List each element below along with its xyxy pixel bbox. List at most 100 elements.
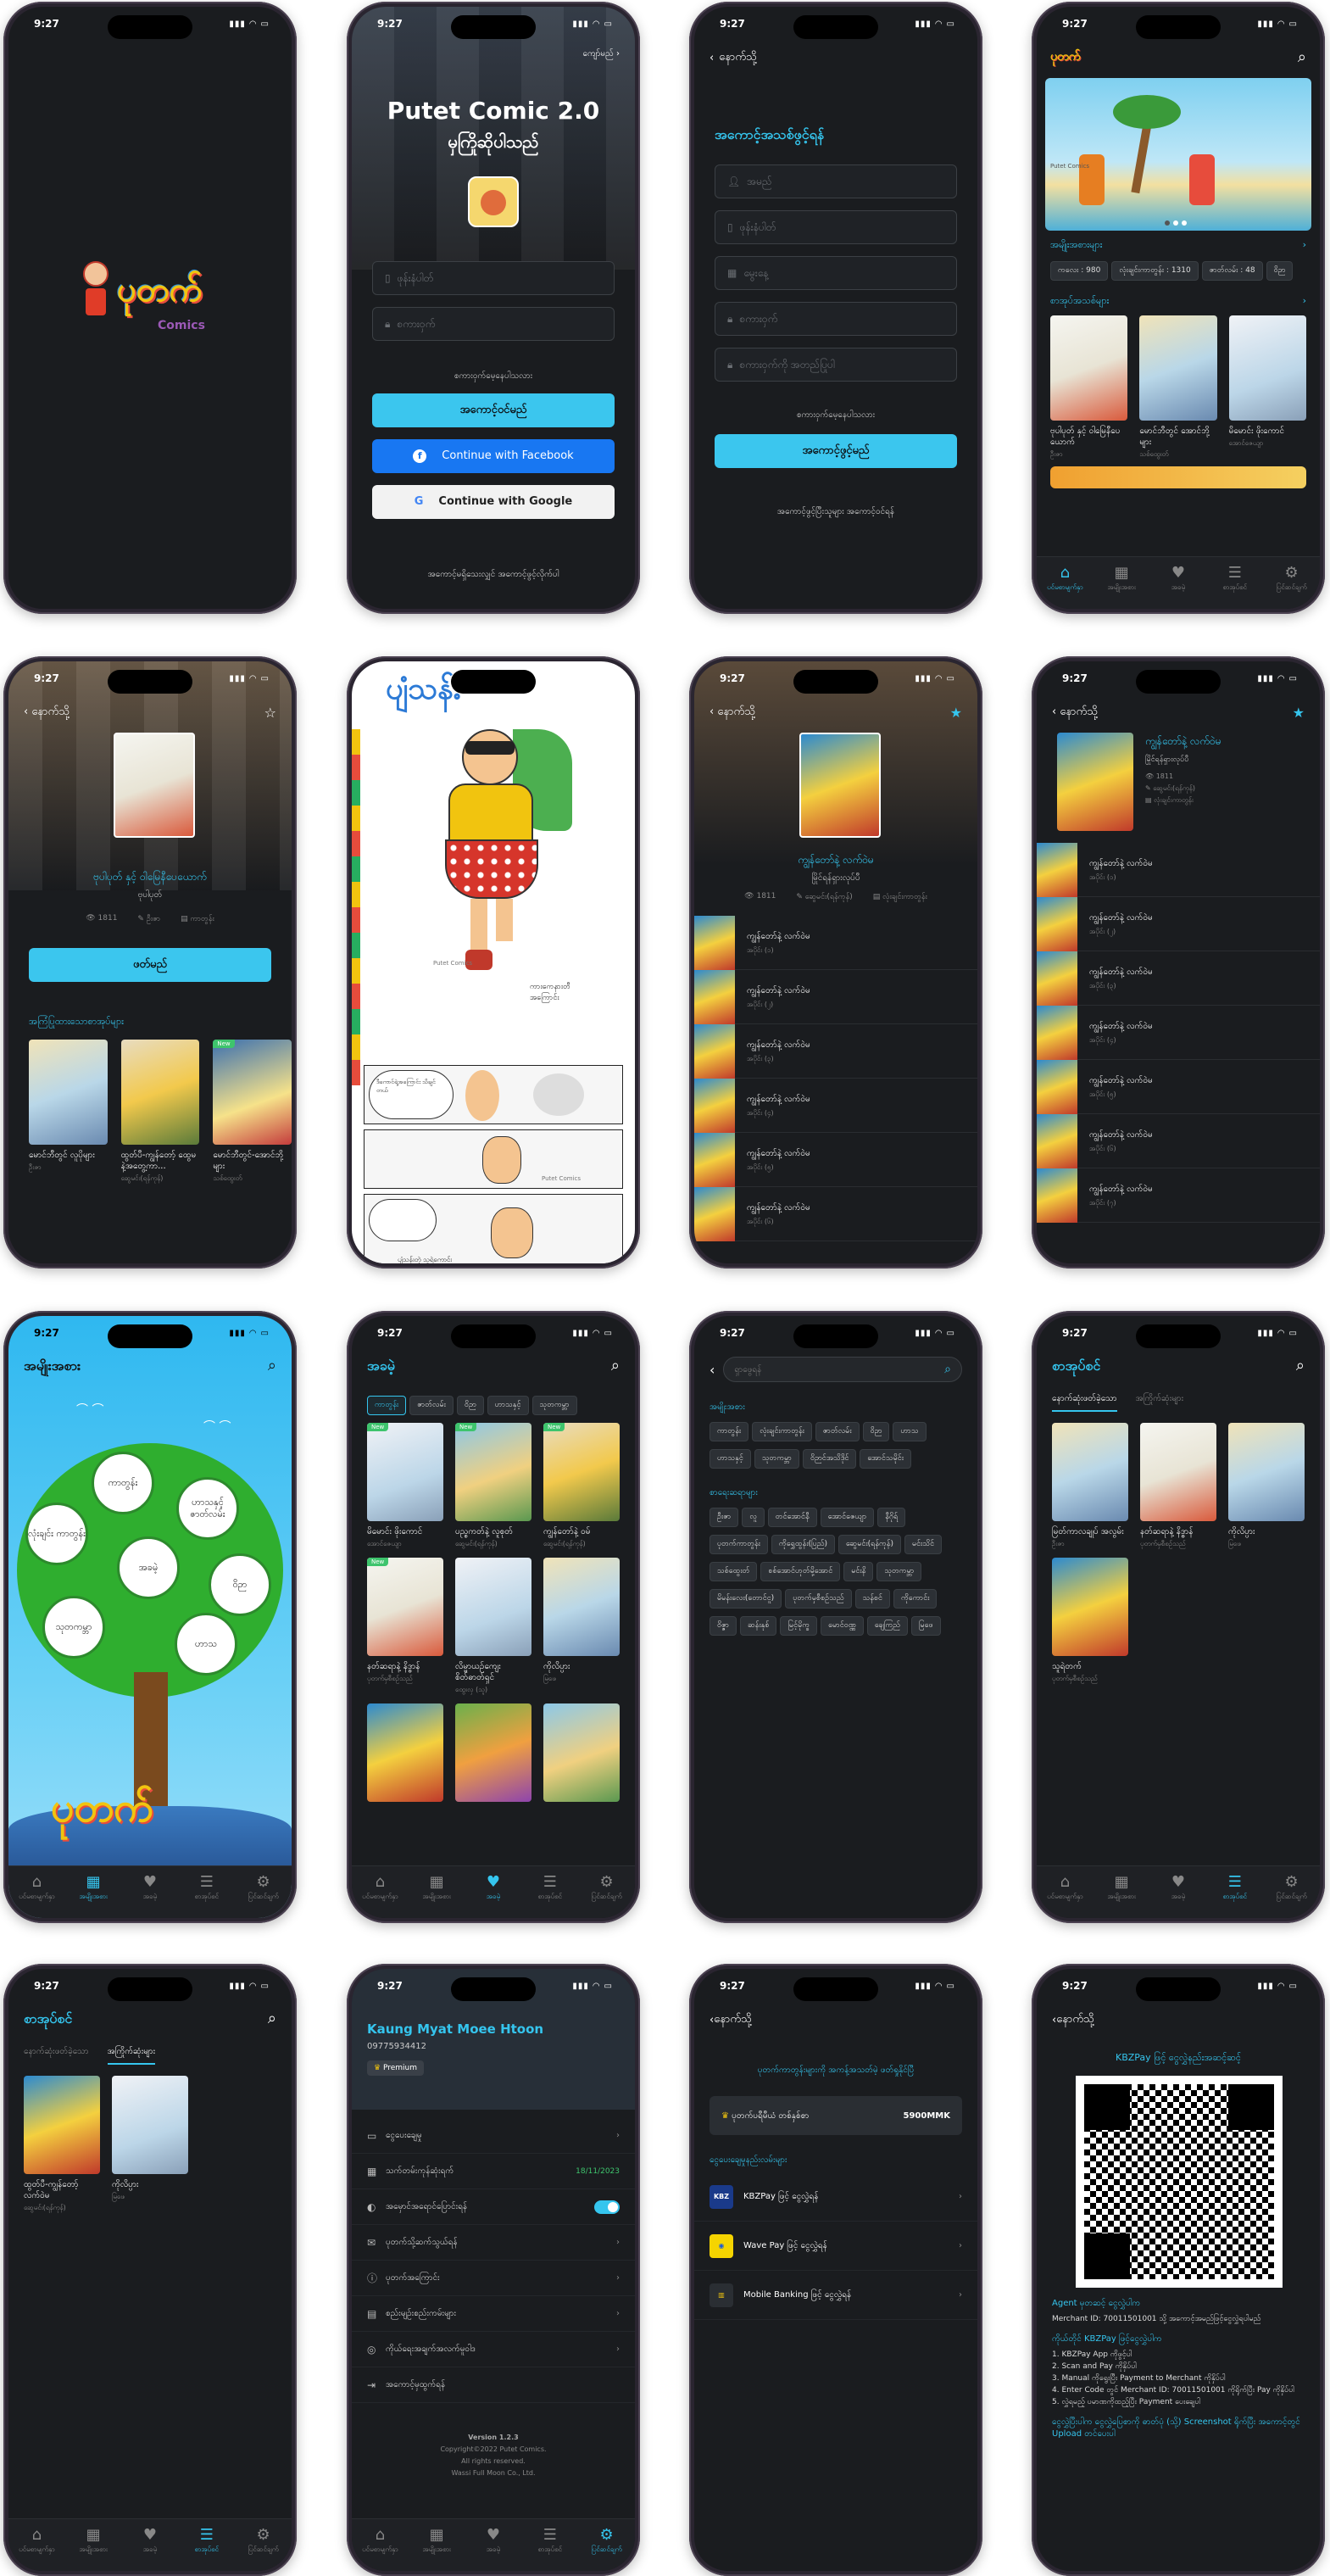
- genre-chip[interactable]: သုတကမ္ဘာ: [754, 1449, 799, 1469]
- genre-chip[interactable]: ဇာတ်လမ်း : 48: [1201, 261, 1263, 281]
- birthday-field[interactable]: ▦ မွေးနေ့: [715, 256, 957, 290]
- tab-free[interactable]: ♥ အခမဲ့: [468, 1873, 519, 1918]
- skip-button[interactable]: ကျော်မည် ›: [583, 47, 620, 60]
- book-card[interactable]: ထွတ်ပီ-ကျွန်တော့် လက်ဝဲမ ဆွေမင်း(ရန်ကုန်): [24, 2076, 100, 2213]
- filter-chip[interactable]: ဝိဉာ: [456, 1396, 484, 1415]
- star-filled-icon[interactable]: ★: [1293, 705, 1305, 721]
- tab-home[interactable]: ⌂ ပင်မစာမျက်နှာ: [11, 2526, 62, 2571]
- genre-node-knowledge[interactable]: သုတကမ္ဘာ: [42, 1596, 105, 1659]
- search-icon[interactable]: ⌕: [268, 1357, 276, 1377]
- tab-free[interactable]: ♥ အခမဲ့: [1153, 1873, 1204, 1918]
- episode-row[interactable]: ကျွန်တော်နဲ့ လက်ဝဲမ အပိုင်း (၄): [1037, 1005, 1320, 1060]
- episode-row[interactable]: ကျွန်တော်နဲ့ လက်ဝဲမ အပိုင်း (၁): [694, 915, 977, 970]
- book-card[interactable]: ကိုလိပ္ပား မြဖေ: [543, 1558, 620, 1695]
- episode-row[interactable]: ကျွန်တော်နဲ့ လက်ဝဲမ အပိုင်း (၆): [694, 1186, 977, 1241]
- confirm-password-field[interactable]: 🔒︎ စကားဝှက်ကို အတည်ပြုပါ: [715, 348, 957, 382]
- back-button[interactable]: ‹ နောက်သို့: [24, 705, 70, 721]
- search-icon[interactable]: ⌕: [268, 2010, 276, 2030]
- register-button[interactable]: အကောင့်ဖွင့်မည်: [715, 434, 957, 468]
- genre-node-humor[interactable]: ဟာသ: [175, 1613, 237, 1676]
- author-chip[interactable]: မင်းသိင်: [904, 1535, 943, 1554]
- episode-row[interactable]: ကျွန်တော်နဲ့ လက်ဝဲမ အပိုင်း (၃): [694, 1023, 977, 1079]
- book-card[interactable]: ဗုပါပုတ် နှင့် ဝါမြေနီပေယောက် ဦးဇာ: [1050, 315, 1128, 460]
- tab-genres[interactable]: ▦ အမျိုးအစား: [411, 1873, 462, 1918]
- menu-dark-mode[interactable]: ◐ အမှောင်အရောင်ပြောင်းရန်: [352, 2189, 635, 2225]
- author-chip[interactable]: မြဖေ: [910, 1616, 941, 1636]
- genre-chip[interactable]: ကာတွန်း: [710, 1422, 749, 1441]
- back-button[interactable]: ‹ နောက်သို့: [1052, 705, 1098, 721]
- genre-node-full-cartoon[interactable]: လုံးချင်း ကာတွန်း: [25, 1503, 88, 1565]
- book-card[interactable]: ကိုလိပ္ပား မြဖေ: [112, 2076, 188, 2213]
- filter-chip[interactable]: ကာတွန်း: [367, 1396, 407, 1415]
- wavepay-option[interactable]: ◉ Wave Pay ဖြင့် ငွေလွှဲရန် ›: [694, 2222, 977, 2271]
- tab-shelf[interactable]: ☰ စာအုပ်စင်: [525, 2526, 576, 2571]
- tab-history[interactable]: နောက်ဆုံးဖတ်ခဲ့သော: [1052, 1392, 1117, 1412]
- tab-free[interactable]: ♥ အခမဲ့: [125, 1873, 175, 1918]
- genre-chip[interactable]: ဟာသ: [893, 1422, 927, 1441]
- author-chip[interactable]: ပုတက်ကာတွန်း: [710, 1535, 768, 1554]
- episode-row[interactable]: ကျွန်တော်နဲ့ လက်ဝဲမ အပိုင်း (၅): [694, 1132, 977, 1187]
- genre-node-funny-story[interactable]: ဟာသနှင့် ဇာတ်လမ်း: [176, 1477, 239, 1540]
- tab-home[interactable]: ⌂ ပင်မစာမျက်နှာ: [354, 2526, 405, 2571]
- author-chip[interactable]: ကိုရွှေထွန်း(ပြည်): [771, 1535, 835, 1554]
- register-link[interactable]: အကောင့်မရှိသေးလျှင် အကောင့်ဖွင့်လိုက်ပါ: [352, 568, 635, 581]
- home-banner[interactable]: Putet Comics: [1045, 78, 1311, 231]
- tab-shelf[interactable]: ☰ စာအုပ်စင်: [181, 1873, 232, 1918]
- tab-home[interactable]: ⌂ ပင်မစာမျက်နှာ: [1039, 564, 1090, 609]
- forgot-password-link[interactable]: စကားဝှက်မေ့နေပါသလား: [352, 370, 635, 382]
- tab-shelf[interactable]: ☰ စာအုပ်စင်: [1210, 564, 1260, 609]
- search-icon[interactable]: ⌕: [611, 1357, 620, 1377]
- login-link[interactable]: အကောင့်ဖွင့်ပြီးသူများ အကောင့်ဝင်ရန်: [694, 505, 977, 518]
- author-chip[interactable]: လူ: [742, 1508, 765, 1527]
- episode-row[interactable]: ကျွန်တော်နဲ့ လက်ဝဲမ အပိုင်း (၂): [694, 969, 977, 1024]
- author-chip[interactable]: သစ်ထွေးတ်: [710, 1562, 758, 1581]
- password-field[interactable]: 🔒︎ စကားဝှက်: [372, 307, 615, 341]
- book-card[interactable]: မောင်ဘီတွင် လူပိုများ ဦးဇာ: [29, 1040, 108, 1184]
- book-card[interactable]: New ကျွန်တော်နဲ့ ဝမ် ဆွေမင်း(ရန်ကုန်): [543, 1423, 620, 1549]
- book-card[interactable]: မိမောင်း ဖိုးကောင် အောင်ဇေယျာ: [1228, 315, 1306, 460]
- menu-logout[interactable]: ⇥ အကောင့်မှထွက်ရန်: [352, 2367, 635, 2403]
- menu-terms[interactable]: ▤ စည်းမျဉ်းစည်းကမ်းများ ›: [352, 2296, 635, 2332]
- tab-favorites[interactable]: အကြိုက်ဆုံးများ: [107, 2045, 156, 2065]
- menu-about[interactable]: ⓘ ပုတက်အကြောင်း ›: [352, 2261, 635, 2296]
- author-chip[interactable]: ချေကြည်: [866, 1616, 908, 1636]
- tab-settings[interactable]: ⚙ ပြင်ဆင်ချက်: [238, 1873, 289, 1918]
- genre-chip[interactable]: ဝိဉာ: [1266, 261, 1294, 281]
- kbzpay-option[interactable]: KBZ KBZPay ဖြင့် ငွေလွှဲရန် ›: [694, 2172, 977, 2222]
- search-icon[interactable]: ⌕: [944, 1363, 951, 1376]
- author-chip[interactable]: ပုတက်မှစီစဉ်သည်: [785, 1589, 852, 1609]
- filter-chip[interactable]: သုတကမ္ဘာ: [531, 1396, 577, 1415]
- name-field[interactable]: 👤︎ အမည်: [715, 164, 957, 198]
- episode-row[interactable]: ကျွန်တော်နဲ့ လက်ဝဲမ အပိုင်း (၆): [1037, 1113, 1320, 1168]
- episode-row[interactable]: ကျွန်တော်နဲ့ လက်ဝဲမ အပိုင်း (၁): [1037, 842, 1320, 897]
- author-chip[interactable]: စစ်အောင်ဟုတ်မို့အောင်: [760, 1562, 841, 1581]
- book-card[interactable]: မြတ်ကာလချုပ် အလွမ်း ဦးဇာ: [1052, 1423, 1128, 1549]
- episode-row[interactable]: ကျွန်တော်နဲ့ လက်ဝဲမ အပိုင်း (၄): [694, 1078, 977, 1133]
- author-chip[interactable]: မြင့်မိုက္ခ: [780, 1616, 818, 1636]
- author-chip[interactable]: ကိုကောင်း: [893, 1589, 938, 1609]
- book-card[interactable]: နတ်ဆရာနဲ့ နိဒ္ဓာန် ပုတက်မှစီစဉ်သည်: [1140, 1423, 1216, 1549]
- back-button[interactable]: ‹ နောက်သို့: [1037, 2003, 1320, 2037]
- google-button[interactable]: G Continue with Google: [372, 485, 615, 519]
- tab-free[interactable]: ♥ အခမဲ့: [1153, 564, 1204, 609]
- genre-chip[interactable]: လုံးချင်းကာတွန်း: [752, 1422, 812, 1441]
- author-chip[interactable]: သုတကမ္ဘာ: [876, 1562, 922, 1581]
- book-card[interactable]: သူရဲတက် ပုတက်မှစီစဉ်သည်: [1052, 1558, 1128, 1684]
- tab-genres[interactable]: ▦ အမျိုးအစား: [411, 2526, 462, 2571]
- search-input[interactable]: ရှာဖွေရန် ⌕: [723, 1357, 962, 1382]
- chevron-right-icon[interactable]: ›: [1303, 295, 1306, 309]
- facebook-button[interactable]: f Continue with Facebook: [372, 439, 615, 473]
- tab-free[interactable]: ♥ အခမဲ့: [468, 2526, 519, 2571]
- tab-settings[interactable]: ⚙ ပြင်ဆင်ချက်: [1266, 564, 1317, 609]
- chevron-right-icon[interactable]: ›: [1303, 239, 1306, 253]
- star-icon[interactable]: ☆: [264, 705, 276, 721]
- genre-node-cartoon[interactable]: ကာတွန်း: [92, 1452, 154, 1514]
- back-button[interactable]: ‹: [710, 1362, 715, 1378]
- menu-contact[interactable]: ✉ ပုတက်သို့ဆက်သွယ်ရန် ›: [352, 2225, 635, 2261]
- author-chip[interactable]: ဝိဇ္ဇာ: [710, 1616, 737, 1636]
- genre-chip[interactable]: အောင်သမိုင်း: [860, 1449, 911, 1469]
- genre-chip[interactable]: ဝိဉာ: [862, 1422, 890, 1441]
- dark-mode-toggle[interactable]: [594, 2200, 620, 2214]
- tab-shelf[interactable]: ☰ စာအုပ်စင်: [1210, 1873, 1260, 1918]
- search-icon[interactable]: ⌕: [1298, 48, 1306, 66]
